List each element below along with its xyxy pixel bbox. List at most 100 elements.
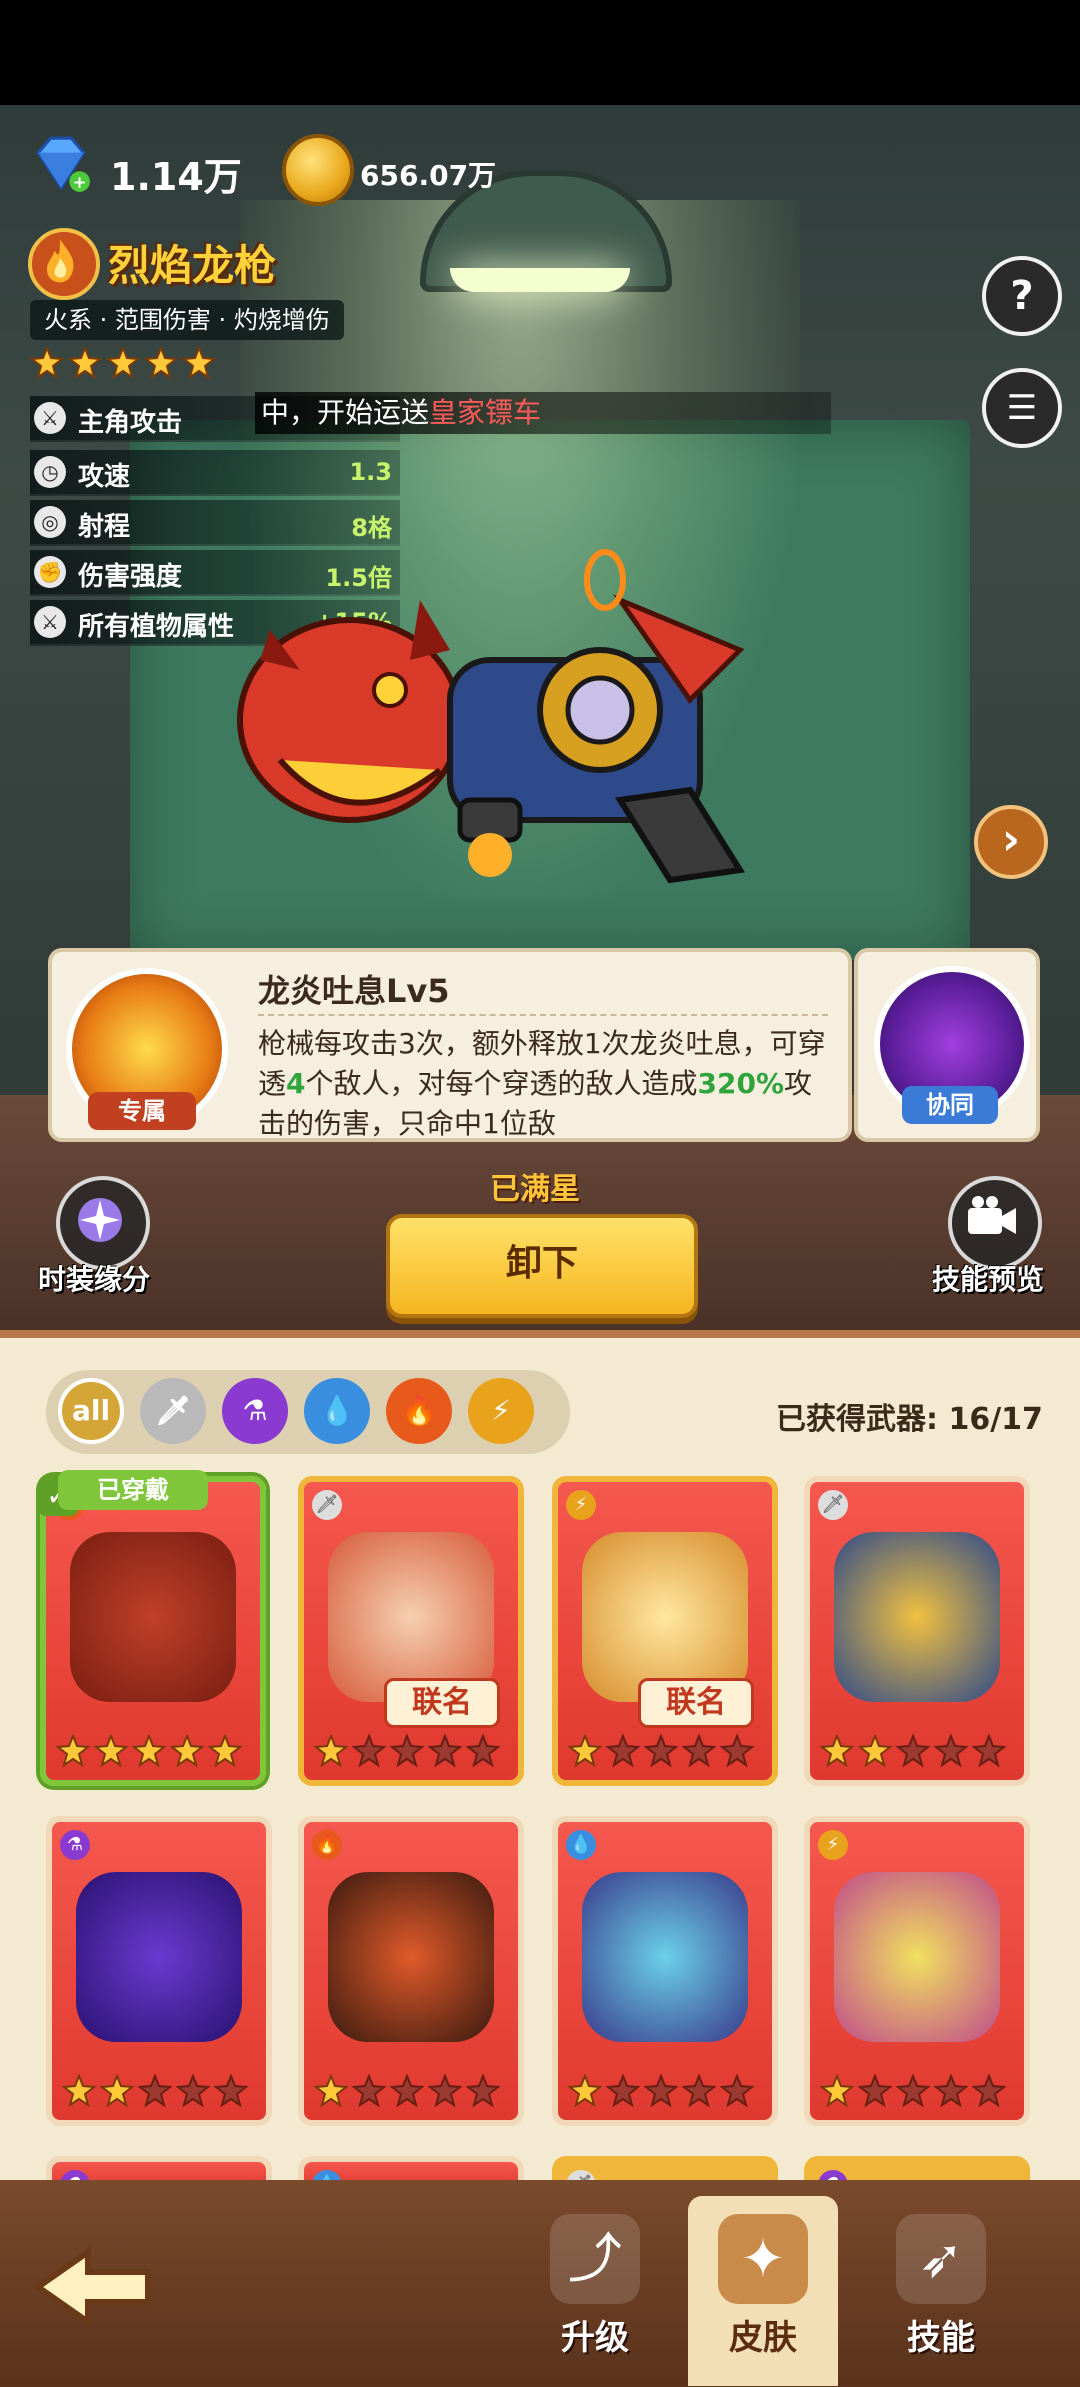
exclusive-tag: 专属 <box>88 1092 196 1130</box>
star-empty-icon <box>971 1733 1007 1768</box>
star-empty-icon <box>643 2073 679 2108</box>
star-empty-icon <box>857 2073 893 2108</box>
filter-water-icon[interactable]: 💧 <box>304 1378 370 1444</box>
weapon-art <box>582 1872 748 2042</box>
fire-element-icon <box>28 228 100 300</box>
tab-skin[interactable]: ✦ 皮肤 <box>688 2196 838 2386</box>
card-stars <box>313 2073 504 2112</box>
weapon-art <box>834 1532 1000 1702</box>
weapon-card[interactable]: ⚡ <box>804 1816 1030 2126</box>
fire-icon: 🔥 <box>312 1830 342 1860</box>
thunder-icon: ⚡ <box>566 1490 596 1520</box>
star-empty-icon <box>137 2073 173 2108</box>
star-filled-icon <box>93 1733 129 1768</box>
star-filled-icon <box>313 2073 349 2108</box>
lamp-bulb <box>450 268 630 292</box>
filter-poison-icon[interactable]: ⚗ <box>222 1378 288 1444</box>
star-empty-icon <box>719 2073 755 2108</box>
weapon-card[interactable]: 🔥 <box>40 1476 266 1786</box>
star-filled-icon <box>567 2073 603 2108</box>
skill-preview-label: 技能预览 <box>932 1263 1045 1296</box>
thunder-icon: ⚡ <box>818 1830 848 1860</box>
star-empty-icon <box>681 2073 717 2108</box>
weapon-card[interactable]: 🗡 联名 <box>298 1476 524 1786</box>
outfit-bond-button[interactable] <box>56 1176 150 1270</box>
help-button[interactable]: ? <box>982 256 1062 336</box>
synergy-card[interactable]: 协同 <box>854 948 1040 1142</box>
weapon-art <box>76 1872 242 2042</box>
star-empty-icon <box>427 2073 463 2108</box>
sword-icon: ⚔ <box>34 402 66 434</box>
synergy-tag: 协同 <box>902 1086 998 1124</box>
star-empty-icon <box>971 2073 1007 2108</box>
star-empty-icon <box>389 1733 425 1768</box>
back-arrow-button[interactable] <box>28 2242 158 2332</box>
broadcast-marquee: 中，开始运送皇家镖车 <box>255 392 831 434</box>
diamond-icon[interactable]: + <box>30 132 92 194</box>
skin-gun-icon: ✦ <box>718 2214 808 2304</box>
list-menu-button[interactable]: ☰ <box>982 368 1062 448</box>
obtained-count: 已获得武器: 16/17 <box>776 1402 1043 1437</box>
collab-tag: 联名 <box>638 1678 754 1728</box>
fist-icon: ✊ <box>34 556 66 588</box>
weapon-art <box>328 1532 494 1702</box>
star-empty-icon <box>933 2073 969 2108</box>
stat-attack-speed: ◷ 攻速 1.3 <box>30 450 400 496</box>
weapon-stars <box>29 345 220 384</box>
weapon-card[interactable]: ⚡ 联名 <box>552 1476 778 1786</box>
skill-description: 枪械每攻击3次，额外释放1次龙炎吐息，可穿透4个敌人，对每个穿透的敌人造成320… <box>258 1027 826 1140</box>
star-filled-icon <box>99 2073 135 2108</box>
filter-sword-icon[interactable]: 🗡 <box>140 1378 206 1444</box>
outfit-bond-label: 时装缘分 <box>38 1263 151 1296</box>
coin-count: 656.07万 <box>360 159 497 192</box>
star-empty-icon <box>175 2073 211 2108</box>
unequip-button[interactable]: 卸下 <box>386 1214 698 1318</box>
weapon-tags: 火系 · 范围伤害 · 灼烧增伤 <box>30 300 344 340</box>
star-empty-icon <box>643 1733 679 1768</box>
sword-icon: 🗡 <box>312 1490 342 1520</box>
weapon-card[interactable]: 🔥 <box>298 1816 524 2126</box>
weapon-card[interactable]: ⚗ <box>46 1816 272 2126</box>
sword-icon: 🗡 <box>818 1490 848 1520</box>
star-empty-icon <box>351 1733 387 1768</box>
next-arrow-button[interactable]: › <box>974 805 1048 879</box>
star-filled-icon <box>857 1733 893 1768</box>
card-stars <box>567 1733 758 1772</box>
star-empty-icon <box>351 2073 387 2108</box>
card-stars <box>55 1733 246 1772</box>
card-stars <box>819 2073 1010 2112</box>
star-filled-icon <box>61 2073 97 2108</box>
coin-icon[interactable] <box>282 134 354 206</box>
star-empty-icon <box>681 1733 717 1768</box>
skill-title: 龙炎吐息Lv5 <box>258 972 450 1010</box>
weapon-art <box>582 1532 748 1702</box>
skill-card[interactable]: 专属 龙炎吐息Lv5 枪械每攻击3次，额外释放1次龙炎吐息，可穿透4个敌人，对每… <box>48 948 852 1142</box>
star-empty-icon <box>605 2073 641 2108</box>
weapon-art <box>70 1532 236 1702</box>
weapon-name: 烈焰龙枪 <box>108 241 277 290</box>
weapon-card[interactable]: 🗡 <box>804 1476 1030 1786</box>
filter-all[interactable]: all <box>58 1378 124 1444</box>
max-star-label: 已满星 <box>490 1172 580 1207</box>
star-filled-icon <box>313 1733 349 1768</box>
filter-thunder-icon[interactable]: ⚡ <box>468 1378 534 1444</box>
poison-icon: ⚗ <box>60 1830 90 1860</box>
star-filled-icon <box>105 345 141 380</box>
dragon-gun-art <box>237 549 745 884</box>
tab-upgrade[interactable]: ⤴ 升级 <box>520 2196 670 2386</box>
element-filter-bar: all 🗡 ⚗ 💧 🔥 ⚡ <box>46 1370 570 1454</box>
water-icon: 💧 <box>566 1830 596 1860</box>
star-empty-icon <box>427 1733 463 1768</box>
svg-text:+: + <box>73 173 87 192</box>
tab-skill[interactable]: ➶ 技能 <box>866 2196 1016 2386</box>
weapon-card[interactable]: 💧 <box>552 1816 778 2126</box>
star-empty-icon <box>389 2073 425 2108</box>
skill-preview-button[interactable] <box>948 1176 1042 1270</box>
worn-tag: 已穿戴 <box>58 1470 208 1510</box>
upgrade-arrow-icon: ⤴ <box>550 2214 640 2304</box>
star-empty-icon <box>465 2073 501 2108</box>
star-filled-icon <box>131 1733 167 1768</box>
card-stars <box>819 1733 1010 1772</box>
filter-fire-icon[interactable]: 🔥 <box>386 1378 452 1444</box>
star-filled-icon <box>819 2073 855 2108</box>
